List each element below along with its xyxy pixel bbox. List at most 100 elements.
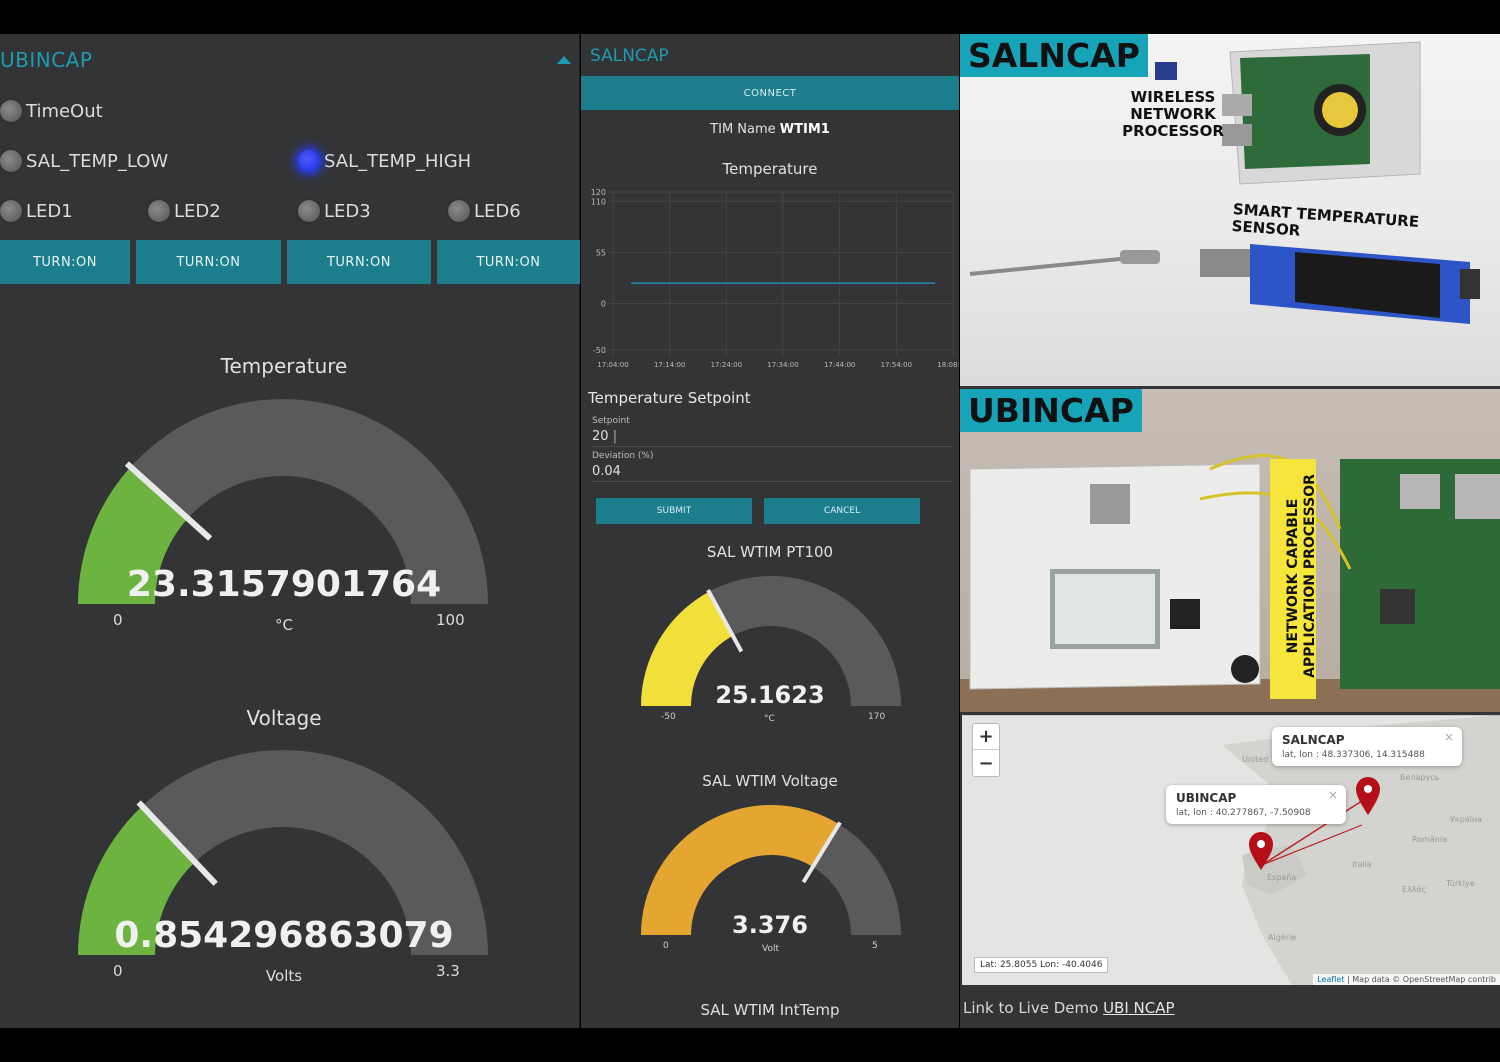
led-label: LED6 (474, 200, 521, 222)
pt100-gauge-title: SAL WTIM PT100 (706, 543, 834, 561)
led-sal-temp-low: SAL_TEMP_LOW (0, 150, 169, 172)
setpoint-label: Setpoint (592, 416, 630, 426)
ubincap-marker-icon[interactable] (1248, 832, 1274, 872)
voltage-gauge-title: Voltage (246, 706, 322, 730)
led-led3: LED3 (298, 200, 371, 222)
led-led1: LED1 (0, 200, 73, 222)
setpoint-section-title: Temperature Setpoint (588, 389, 751, 407)
pt100-min: -50 (661, 712, 676, 722)
map-country-label: Ελλάς (1402, 885, 1427, 894)
tim-name-label: TIM Name (710, 122, 776, 137)
setpoint-value: 20 (592, 429, 609, 444)
cursor-latlon-readout: Lat: 25.8055 Lon: -40.4046 (974, 957, 1109, 973)
ubincap-photo: UBINCAP NETWORK CAPABLE APPLICATION PROC… (960, 389, 1500, 712)
top-black-bar (0, 0, 1500, 34)
pt100-max: 170 (868, 712, 886, 722)
turn-on-led1-button[interactable]: TURN:ON (0, 240, 130, 284)
turn-on-led2-button[interactable]: TURN:ON (136, 240, 281, 284)
deviation-input[interactable]: 0.04 (592, 464, 952, 482)
ubincap-tag: UBINCAP (960, 389, 1142, 432)
led-timeout: TimeOut (0, 100, 103, 122)
salncap-popup: SALNCAP lat, lon : 48.337306, 14.315488 … (1272, 727, 1462, 766)
voltage-value: 0.854296863079 (114, 915, 454, 956)
device-photos-panel: SALNCAP WIRELESS NETWORK PROCESSOR SMART… (960, 34, 1500, 1028)
map-country-label: España (1267, 873, 1297, 882)
salncap-marker-icon[interactable] (1355, 777, 1381, 817)
salncap-tag: SALNCAP (960, 34, 1148, 77)
temperature-gauge-title: Temperature (220, 354, 348, 378)
chart-x-tick-label: 17:54:00 (881, 361, 912, 369)
led-label: SAL_TEMP_LOW (26, 150, 169, 172)
map-country-label: România (1412, 835, 1447, 844)
zoom-in-button[interactable]: + (973, 724, 999, 750)
live-demo-link[interactable]: UBI NCAP (1103, 999, 1174, 1017)
wtim-voltage-min: 0 (663, 941, 669, 951)
chart-x-tick-label: 17:04:00 (597, 361, 628, 369)
tim-name: TIM Name WTIM1 (581, 122, 959, 137)
wtim-inttemp-gauge-title: SAL WTIM IntTemp (700, 1001, 840, 1019)
map-country-label: Algérie (1268, 933, 1297, 942)
wtim-voltage-gauge-title: SAL WTIM Voltage (702, 772, 838, 790)
temperature-max: 100 (436, 611, 465, 629)
wtim-voltage-value: 3.376 (732, 911, 808, 939)
ubincap-hardware-illustration (960, 454, 1500, 712)
led-indicator-icon (0, 200, 22, 222)
panel-title: UBINCAP (0, 48, 93, 72)
collapse-up-icon[interactable] (557, 56, 571, 64)
temperature-min: 0 (113, 611, 123, 629)
chart-x-tick-label: 17:14:00 (654, 361, 685, 369)
map-country-label: United (1242, 755, 1269, 764)
location-map[interactable]: United Беларусь Україна România España I… (962, 715, 1500, 985)
leaflet-link[interactable]: Leaflet (1317, 975, 1344, 984)
close-icon[interactable]: × (1328, 788, 1338, 802)
salncap-panel: SALNCAP CONNECT TIM Name WTIM1 Temperatu… (581, 34, 959, 1028)
pt100-value: 25.1623 (715, 681, 825, 709)
ncap-processor-label: NETWORK CAPABLE APPLICATION PROCESSOR (1285, 474, 1318, 678)
close-icon[interactable]: × (1444, 730, 1454, 744)
chart-x-tick-label: 17:24:00 (711, 361, 742, 369)
live-demo-line: Link to Live Demo UBI NCAP (963, 999, 1175, 1017)
voltage-min: 0 (113, 962, 123, 980)
led-led6: LED6 (448, 200, 521, 222)
cancel-button[interactable]: CANCEL (764, 498, 920, 524)
ubincap-popup: UBINCAP lat, lon : 40.277867, -7.50908 × (1166, 785, 1346, 824)
led-label: LED2 (174, 200, 221, 222)
led-indicator-icon (448, 200, 470, 222)
temperature-chart: 120110 55 0 -50 17:04:00 17:14:00 17:24:00 17:3… (591, 188, 959, 369)
popup-title: SALNCAP (1282, 733, 1345, 747)
map-country-label: Україна (1450, 815, 1483, 824)
submit-button[interactable]: SUBMIT (596, 498, 752, 524)
voltage-unit: Volts (265, 967, 303, 985)
connect-button[interactable]: CONNECT (581, 76, 959, 110)
chart-y-tick-label: 0 (601, 300, 606, 309)
ubincap-panel: UBINCAP TimeOut SAL_TEMP_LOW SAL_TEMP_HI… (0, 34, 580, 1028)
turn-on-led6-button[interactable]: TURN:ON (437, 240, 580, 284)
setpoint-input[interactable]: 20 | (592, 429, 952, 447)
led-indicator-icon (0, 100, 22, 122)
wireless-processor-label: WIRELESS NETWORK PROCESSOR (1122, 88, 1224, 140)
chart-y-tick-label: -50 (593, 346, 606, 355)
chart-y-tick-label: 55 (596, 248, 606, 257)
turn-on-led3-button[interactable]: TURN:ON (287, 240, 431, 284)
led-indicator-icon (148, 200, 170, 222)
temperature-value: 23.3157901764 (126, 564, 442, 605)
panel-title: SALNCAP (590, 46, 669, 66)
led-sal-temp-high: SAL_TEMP_HIGH (298, 150, 472, 172)
salncap-hardware-illustration (969, 41, 1480, 324)
led-indicator-icon (298, 150, 320, 172)
popup-title: UBINCAP (1176, 791, 1237, 805)
led-label: TimeOut (26, 100, 103, 122)
voltage-max: 3.3 (436, 962, 460, 980)
chart-y-tick-label: 120 (591, 188, 606, 197)
deviation-label: Deviation (%) (592, 451, 654, 461)
led-led2: LED2 (148, 200, 221, 222)
led-label: SAL_TEMP_HIGH (324, 150, 472, 172)
led-label: LED1 (26, 200, 73, 222)
led-indicator-icon (0, 150, 22, 172)
bottom-black-bar (0, 1028, 1500, 1062)
text-cursor: | (612, 429, 618, 444)
chart-title: Temperature (722, 160, 818, 178)
zoom-out-button[interactable]: − (973, 750, 999, 776)
popup-coords: lat, lon : 40.277867, -7.50908 (1176, 808, 1311, 818)
map-country-label: Беларусь (1400, 773, 1440, 782)
